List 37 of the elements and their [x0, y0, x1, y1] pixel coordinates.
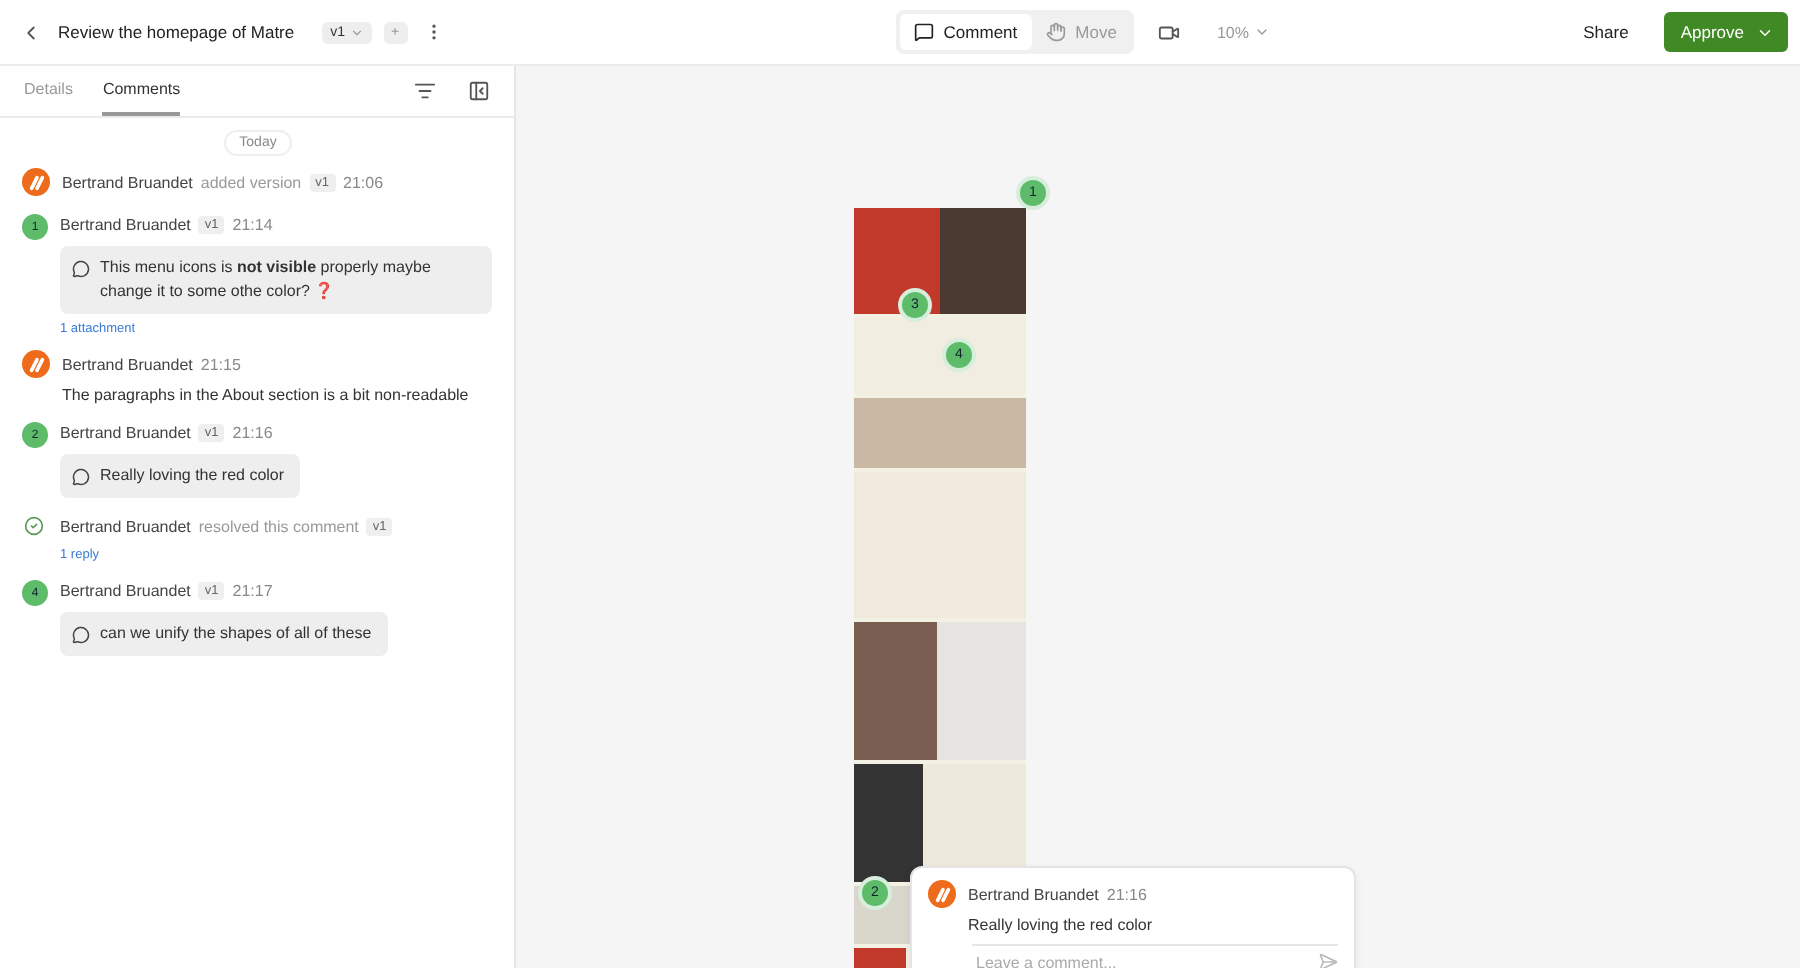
check-circle-icon: [24, 516, 44, 536]
comment-input[interactable]: Leave a comment...: [972, 951, 1318, 968]
comment-text: Really loving the red color: [968, 916, 1155, 934]
share-button[interactable]: Share: [1571, 14, 1641, 50]
timestamp: 21:15: [200, 355, 241, 373]
speech-bubble-icon: [72, 468, 90, 486]
comment-text: can we unify the shapes of all of these: [100, 622, 372, 646]
timestamp: 21:16: [1106, 885, 1147, 903]
author-name: Bertrand Bruandet: [968, 885, 1099, 903]
author-name: Bertrand Bruandet: [60, 423, 191, 441]
author-name: Bertrand Bruandet: [62, 355, 193, 373]
avatar-icon: [928, 880, 956, 908]
timestamp: 21:14: [232, 215, 273, 233]
avatar-icon: [22, 168, 50, 196]
page-title: Review the homepage of Matre: [58, 22, 295, 42]
author-name: Bertrand Bruandet: [60, 581, 191, 599]
hand-icon: [1045, 22, 1066, 42]
timestamp: 21:17: [232, 581, 273, 599]
speech-bubble-icon: [72, 260, 90, 278]
author-name: Bertrand Bruandet: [60, 517, 191, 535]
panel-tab[interactable]: Comments: [102, 66, 181, 116]
author-name: Bertrand Bruandet: [60, 215, 191, 233]
caret-icon: [349, 25, 364, 39]
comment-text: The paragraphs in the About section is a bit non-readable: [62, 386, 471, 404]
avatar-icon: [22, 350, 50, 378]
speech-bubble-icon: [913, 22, 934, 42]
activity-text: added version: [200, 173, 302, 191]
author-name: Bertrand Bruandet: [62, 173, 193, 191]
timestamp: 21:16: [232, 423, 273, 441]
speech-bubble-icon: [72, 626, 90, 644]
tool-button[interactable]: Comment: [899, 14, 1032, 50]
timestamp: 21:06: [343, 173, 384, 191]
activity-text: resolved this comment: [198, 517, 359, 535]
comment-text: Really loving the red color: [100, 464, 285, 488]
comment-text: This menu icons is not visible properly maybe change it to some othe color? ❓: [100, 256, 433, 304]
approve-button[interactable]: Approve: [1664, 12, 1788, 52]
caret-icon: [1254, 24, 1271, 40]
